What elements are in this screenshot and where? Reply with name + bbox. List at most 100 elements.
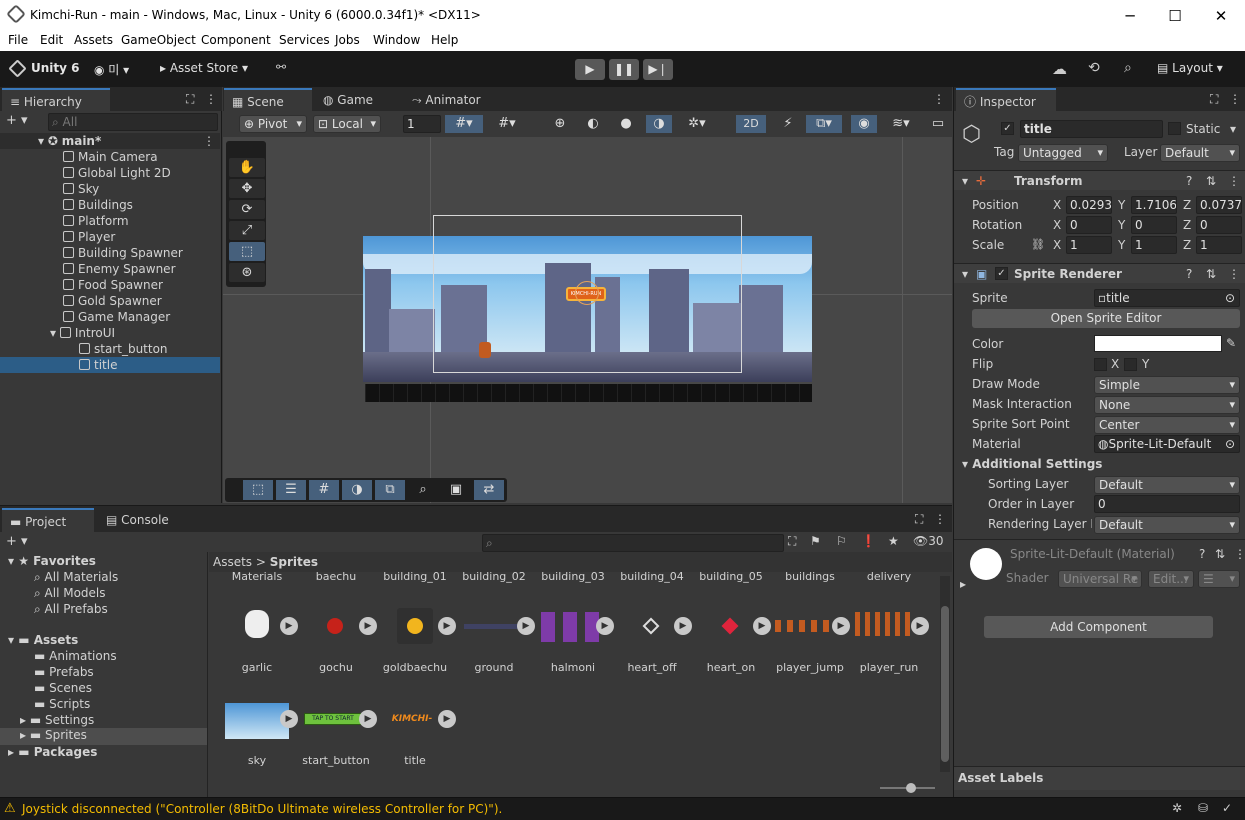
hierarchy-item[interactable]: Main Camera: [0, 149, 220, 165]
step-button[interactable]: ▶❘: [643, 59, 673, 80]
scene-root[interactable]: ▾ ✪ main* ⋮: [0, 133, 220, 149]
material-foldout-icon[interactable]: ▸: [960, 577, 966, 591]
order-in-layer-field[interactable]: 0: [1094, 495, 1240, 513]
asset-item[interactable]: building_04: [612, 572, 692, 583]
scene-view[interactable]: KIMCHI-RUN: [223, 137, 952, 503]
eyedropper-icon[interactable]: ✎: [1226, 336, 1236, 350]
folder-item[interactable]: ▬ Scripts: [34, 697, 90, 711]
heart-off-thumbnail[interactable]: [642, 617, 660, 635]
align-icon[interactable]: ☰: [276, 480, 306, 500]
open-sprite-editor-button[interactable]: Open Sprite Editor: [972, 309, 1240, 328]
heart-on-thumbnail[interactable]: [721, 617, 739, 635]
rotate-tool-icon[interactable]: ⟳: [229, 200, 265, 219]
hierarchy-item[interactable]: Platform: [0, 213, 220, 229]
scale-tool-icon[interactable]: ⤢: [229, 221, 265, 240]
breadcrumb-assets[interactable]: Assets: [213, 555, 252, 569]
hierarchy-search-input[interactable]: ⌕ All: [48, 113, 218, 131]
color-swatch[interactable]: [1094, 335, 1222, 352]
play-sprite-icon[interactable]: ▶: [517, 617, 535, 635]
constrain-proportions-icon[interactable]: ⛓: [1031, 238, 1045, 251]
favorite-item[interactable]: ⌕ All Materials: [34, 570, 118, 585]
more-icon[interactable]: ⋮: [933, 92, 945, 106]
play-sprite-icon[interactable]: ▶: [359, 710, 377, 728]
play-sprite-icon[interactable]: ▶: [438, 710, 456, 728]
asset-item[interactable]: heart_on: [691, 661, 771, 674]
halmoni-thumbnail[interactable]: [541, 612, 599, 642]
asset-item[interactable]: baechu: [296, 572, 376, 583]
shaded-sphere-icon[interactable]: ●: [613, 115, 639, 133]
hierarchy-item[interactable]: Buildings: [0, 197, 220, 213]
zoom-slider-handle[interactable]: [906, 783, 916, 793]
help-icon[interactable]: ?: [1186, 171, 1192, 191]
asset-item[interactable]: garlic: [217, 661, 297, 674]
active-checkbox[interactable]: ✓: [1001, 122, 1014, 135]
material-field[interactable]: ◍Sprite-Lit-Default ⊙: [1094, 435, 1240, 453]
shader-options-button[interactable]: ☰: [1198, 570, 1240, 588]
component-menu-icon[interactable]: ⋮: [1228, 171, 1240, 191]
asset-item[interactable]: title: [375, 754, 455, 767]
asset-store-button[interactable]: ▸ Asset Store ▾: [160, 61, 248, 75]
transform-tool-icon[interactable]: ⊛: [229, 263, 265, 282]
create-asset-button[interactable]: + ▾: [6, 534, 28, 549]
menu-file[interactable]: File: [8, 33, 28, 47]
rect-tool-icon[interactable]: ⬚: [229, 242, 265, 261]
sort-icon[interactable]: ⧉: [375, 480, 405, 500]
lock-icon[interactable]: ⛶: [1210, 92, 1218, 107]
asset-item[interactable]: player_jump: [770, 661, 850, 674]
layout-dropdown[interactable]: ▤ Layout ▾: [1157, 61, 1223, 75]
globe-icon[interactable]: ⊕: [547, 115, 573, 133]
scale-y-field[interactable]: 1: [1131, 236, 1177, 254]
folder-item[interactable]: ▬ Prefabs: [34, 665, 94, 679]
menu-edit[interactable]: Edit: [40, 33, 63, 47]
menu-gameobject[interactable]: GameObject: [121, 33, 196, 47]
hierarchy-item[interactable]: Enemy Spawner: [0, 261, 220, 277]
play-sprite-icon[interactable]: ▶: [753, 617, 771, 635]
packages-folder[interactable]: ▸ ▬ Packages: [8, 745, 97, 759]
tab-animator[interactable]: ⤳ Animator: [404, 88, 504, 112]
hierarchy-item[interactable]: ▾ IntroUI: [0, 325, 220, 341]
shader-dropdown[interactable]: Universal Re: [1058, 570, 1142, 588]
zoom-icon[interactable]: ⌕: [408, 480, 438, 500]
audio-icon[interactable]: ⚡: [775, 115, 801, 133]
favorite-icon[interactable]: ★: [888, 534, 899, 548]
name-field[interactable]: title: [1020, 120, 1163, 138]
play-button[interactable]: ▶: [575, 59, 605, 80]
screen-icon[interactable]: ▣: [441, 480, 471, 500]
tab-console[interactable]: ▤ Console: [98, 508, 188, 532]
position-z-field[interactable]: 0.0737: [1196, 196, 1242, 214]
asset-item[interactable]: goldbaechu: [375, 661, 455, 674]
folder-item[interactable]: ▬ Animations: [34, 649, 117, 663]
play-sprite-icon[interactable]: ▶: [674, 617, 692, 635]
grid-icon[interactable]: #: [309, 480, 339, 500]
preset-icon[interactable]: ⇅: [1215, 547, 1225, 561]
shuffle-icon[interactable]: ⇄: [474, 480, 504, 500]
tab-project[interactable]: ▬ Project: [2, 508, 94, 532]
layer-dropdown[interactable]: Default: [1160, 144, 1240, 162]
grid-snap-icon[interactable]: #▾: [445, 115, 483, 133]
tab-hierarchy[interactable]: ≡ Hierarchy: [2, 88, 110, 112]
component-menu-icon[interactable]: ⋮: [1234, 547, 1245, 561]
hierarchy-item-selected[interactable]: title: [0, 357, 220, 373]
pivot-dropdown[interactable]: ⊕ Pivot: [239, 115, 307, 133]
menu-window[interactable]: Window: [373, 33, 420, 47]
more-icon[interactable]: ⋮: [934, 512, 946, 526]
menu-services[interactable]: Services: [279, 33, 330, 47]
rotation-x-field[interactable]: 0: [1066, 216, 1112, 234]
close-button[interactable]: ✕: [1198, 4, 1244, 28]
play-sprite-icon[interactable]: ▶: [280, 710, 298, 728]
player-jump-thumbnail[interactable]: [775, 620, 835, 632]
mask-interaction-dropdown[interactable]: None: [1094, 396, 1240, 414]
favorite-item[interactable]: ⌕ All Models: [34, 586, 106, 601]
help-icon[interactable]: ?: [1186, 264, 1192, 284]
scale-z-field[interactable]: 1: [1196, 236, 1242, 254]
hierarchy-item[interactable]: start_button: [0, 341, 220, 357]
shading-icon[interactable]: ◐: [580, 115, 606, 133]
shader-edit-button[interactable]: Edit...: [1148, 570, 1194, 588]
asset-item[interactable]: buildings: [770, 572, 850, 583]
light-icon[interactable]: ◑: [342, 480, 372, 500]
hierarchy-item[interactable]: Food Spawner: [0, 277, 220, 293]
play-sprite-icon[interactable]: ▶: [832, 617, 850, 635]
object-picker-icon[interactable]: ⊙: [1225, 290, 1235, 306]
player-run-thumbnail[interactable]: [855, 612, 915, 636]
folder-item[interactable]: ▬ Scenes: [34, 681, 92, 695]
